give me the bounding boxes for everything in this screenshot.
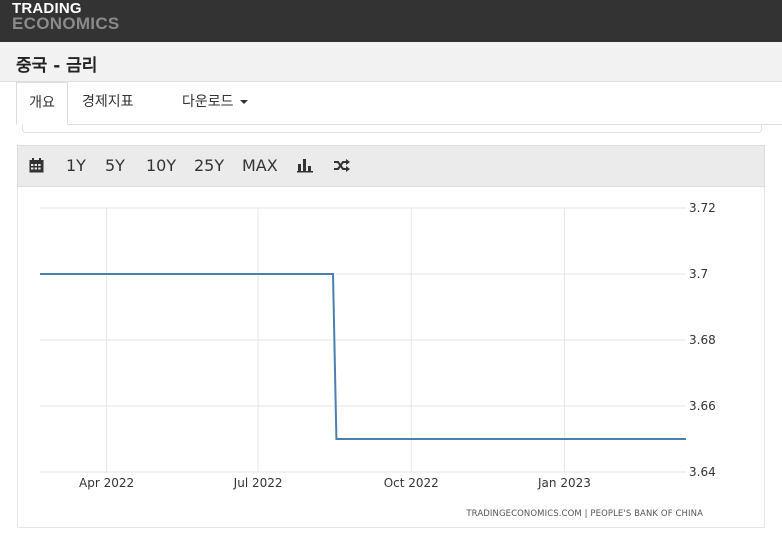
collapsed-panel (22, 124, 762, 133)
y-axis-ticks: 3.72 3.7 3.68 3.66 3.64 (689, 201, 716, 479)
trading-economics-logo[interactable]: TRADING ECONOMICS (12, 1, 120, 32)
page-title: 중국 - 금리 (16, 56, 98, 76)
range-1y-button[interactable]: 1Y (66, 146, 86, 186)
logo-line-2: ECONOMICS (12, 14, 120, 33)
tab-download-label: 다운로드 (182, 94, 234, 110)
title-bar: 중국 - 금리 (0, 42, 782, 82)
interest-rate-chart: 3.72 3.7 3.68 3.66 3.64 Apr 2022 Jul 2022 Oct … (39, 201, 716, 519)
tab-overview[interactable]: 개요 (16, 82, 68, 125)
tab-indicators-label: 경제지표 (82, 94, 134, 110)
tab-download[interactable]: 다운로드 (182, 82, 248, 124)
x-axis-ticks: Apr 2022 Jul 2022 Oct 2022 Jan 2023 (79, 476, 591, 490)
shuffle-icon[interactable] (333, 146, 351, 186)
chart-toolbar: 1Y 5Y 10Y 25Y MAX (17, 145, 765, 187)
y-tick-label: 3.66 (689, 399, 716, 413)
tabs-bar: 개요 경제지표 다운로드 (16, 82, 782, 125)
bar-chart-icon[interactable] (297, 146, 313, 186)
chart-series (39, 273, 687, 440)
y-tick-label: 3.7 (689, 267, 708, 281)
chart-grid (40, 207, 686, 473)
range-25y-button[interactable]: 25Y (194, 146, 224, 186)
x-tick-label: Jan 2023 (537, 476, 591, 490)
y-tick-label: 3.64 (689, 465, 716, 479)
x-tick-label: Apr 2022 (79, 476, 134, 490)
x-tick-label: Oct 2022 (384, 476, 439, 490)
chart-source-note: TRADINGECONOMICS.COM | PEOPLE'S BANK OF … (465, 509, 703, 519)
y-tick-label: 3.68 (689, 333, 716, 347)
x-tick-label: Jul 2022 (233, 476, 283, 490)
y-tick-label: 3.72 (689, 201, 716, 215)
range-10y-button[interactable]: 10Y (146, 146, 176, 186)
top-header-bar: TRADING ECONOMICS (0, 0, 782, 42)
range-5y-button[interactable]: 5Y (105, 146, 125, 186)
tab-overview-label: 개요 (29, 95, 55, 111)
caret-down-icon (239, 100, 248, 104)
series-line (40, 273, 686, 440)
range-max-button[interactable]: MAX (242, 146, 278, 186)
tab-indicators[interactable]: 경제지표 (82, 82, 134, 124)
calendar-icon[interactable] (29, 146, 45, 186)
